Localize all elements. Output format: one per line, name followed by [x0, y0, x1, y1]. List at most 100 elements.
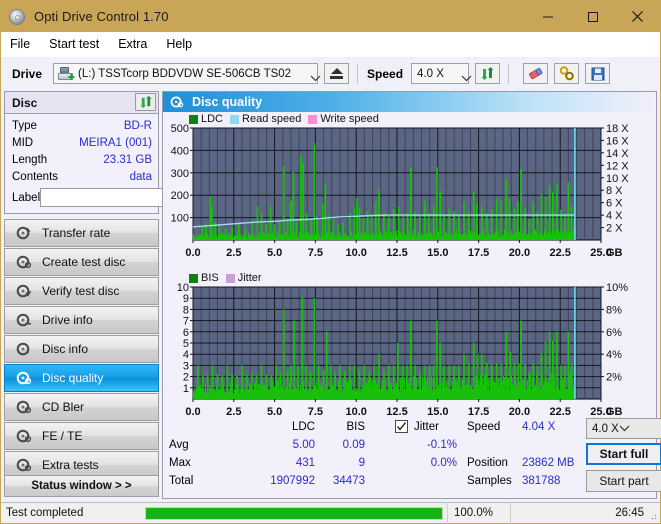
svg-text:22.5: 22.5	[549, 406, 570, 418]
sidebar-item-create-test-disc[interactable]: Create test disc	[4, 248, 159, 276]
legend-label: Jitter	[237, 272, 262, 284]
svg-text:6: 6	[183, 327, 189, 339]
stats-row-avg-name: Avg	[169, 439, 189, 451]
stats-row-avg-bis: 0.09	[342, 439, 365, 451]
disc-field-key: MID	[12, 136, 34, 149]
svg-text:2 X: 2 X	[606, 223, 623, 235]
stats-row-total-ldc: 1907992	[270, 475, 315, 487]
sidebar-item-label: Create test disc	[42, 255, 126, 269]
ldc-chart[interactable]: 1002003004005002 X4 X6 X8 X10 X12 X14 X1…	[163, 112, 657, 264]
disc-field-mid: MID MEIRA1 (001)	[12, 134, 152, 151]
eject-icon	[330, 68, 343, 74]
tools-icon	[559, 66, 574, 81]
minimize-button[interactable]	[525, 1, 570, 32]
menu-help[interactable]: Help	[166, 35, 202, 53]
legend-item: Jitter	[225, 272, 262, 284]
sidebar-item-label: Transfer rate	[42, 226, 111, 240]
stats-speed-key: Speed	[467, 421, 501, 433]
erase-button[interactable]	[523, 63, 549, 84]
bis-chart-legend: BIS Jitter	[189, 272, 269, 284]
legend-label: Write speed	[320, 113, 379, 125]
svg-text:10 X: 10 X	[606, 173, 629, 185]
disc-field-contents: Contents data	[12, 168, 152, 185]
panel-header: Disc quality	[163, 92, 656, 112]
legend-label: LDC	[201, 113, 224, 125]
disc-box-title: Disc	[12, 95, 38, 110]
status-text: Test completed	[6, 507, 84, 519]
right-panel: Disc quality LDC Read speed Write speed 10…	[162, 91, 661, 499]
svg-text:8 X: 8 X	[606, 185, 623, 197]
speed-select[interactable]: 4.0 X	[411, 63, 472, 84]
disc-test-icon	[12, 254, 36, 270]
chevron-down-icon	[619, 423, 630, 435]
close-button[interactable]	[615, 1, 660, 32]
svg-text:9: 9	[183, 293, 189, 305]
start-full-button[interactable]: Start full	[586, 443, 661, 465]
application-window: Opti Drive Control 1.70 File Start test …	[0, 0, 661, 524]
legend-item: BIS	[189, 272, 219, 284]
toolbar-divider-2	[508, 63, 510, 84]
bis-chart-container: BIS Jitter 1 2 3 4 5 6 7 8 9 10 2% 4% 6% 8% 10% 0.0 2.5 5.…	[163, 271, 656, 428]
disc-field-value: 23.31 GB	[103, 153, 152, 166]
svg-text:15.0: 15.0	[427, 247, 448, 259]
stats-row-max-jitter: 0.0%	[430, 457, 457, 469]
svg-text:10.0: 10.0	[345, 406, 366, 418]
stats-row-avg-ldc: 5.00	[292, 439, 315, 451]
speed-select-value: 4.0 X	[417, 67, 444, 80]
svg-text:15.0: 15.0	[427, 406, 448, 418]
svg-text:10%: 10%	[606, 282, 628, 294]
sidebar-item-disc-info[interactable]: Disc info	[4, 335, 159, 363]
svg-text:16 X: 16 X	[606, 135, 629, 147]
legend-label: Read speed	[242, 113, 302, 125]
progress-fill	[146, 507, 442, 519]
jitter-checkbox[interactable]	[395, 420, 408, 433]
disc-test-icon	[12, 457, 36, 473]
svg-text:14 X: 14 X	[606, 148, 629, 160]
sidebar-item-verify-test-disc[interactable]: Verify test disc	[4, 277, 159, 305]
body-area: Disc Type BD-R MID MEIRA1 (001) Length 2…	[1, 89, 661, 501]
menu-start-test[interactable]: Start test	[49, 35, 109, 53]
drive-select[interactable]: ✚ (L:) TSSTcorp BDDVDW SE-506CB TS02	[53, 63, 321, 84]
menu-file[interactable]: File	[10, 35, 40, 53]
sidebar-item-fe-te[interactable]: FE / TE	[4, 422, 159, 450]
stats-position-value: 23862 MB	[522, 457, 575, 469]
svg-text:5: 5	[183, 338, 189, 350]
sidebar-item-cd-bler[interactable]: CD Bler	[4, 393, 159, 421]
disc-label-row: Label	[12, 187, 244, 208]
refresh-button[interactable]	[475, 63, 501, 84]
svg-text:5.0: 5.0	[267, 247, 282, 259]
menu-extra[interactable]: Extra	[118, 35, 157, 53]
eject-button[interactable]	[324, 63, 350, 84]
tools-button[interactable]	[554, 63, 580, 84]
svg-text:20.0: 20.0	[509, 406, 530, 418]
svg-text:GB: GB	[606, 406, 623, 418]
svg-text:3: 3	[183, 360, 189, 372]
svg-text:1: 1	[183, 383, 189, 395]
disc-test-icon	[12, 428, 36, 444]
stats-row-max-ldc: 431	[295, 457, 315, 469]
window-controls	[525, 1, 660, 32]
jitter-checkbox-row[interactable]: Jitter	[395, 420, 439, 433]
svg-text:6 X: 6 X	[606, 198, 623, 210]
sidebar-item-disc-quality[interactable]: Disc quality	[4, 364, 159, 392]
refresh-disc-icon	[139, 95, 152, 109]
legend-swatch	[225, 273, 235, 283]
svg-text:12.5: 12.5	[386, 247, 407, 259]
sidebar-item-transfer-rate[interactable]: Transfer rate	[4, 219, 159, 247]
test-speed-select[interactable]: 4.0 X	[586, 418, 661, 439]
legend-item: LDC	[189, 113, 223, 125]
disc-test-icon	[12, 312, 36, 328]
sidebar-item-drive-info[interactable]: Drive info	[4, 306, 159, 334]
svg-text:100: 100	[171, 213, 189, 225]
bis-chart[interactable]: 12345678910 2% 4% 6% 8% 10% 0.0 2.5 5.0 7.5 10.0 12…	[163, 271, 657, 423]
disc-refresh-button[interactable]	[135, 93, 156, 111]
svg-text:18 X: 18 X	[606, 123, 629, 135]
disc-test-icon	[12, 341, 36, 357]
sidebar-item-label: Disc quality	[42, 371, 104, 385]
status-window-button[interactable]: Status window > >	[4, 475, 159, 497]
disc-field-value: MEIRA1 (001)	[79, 136, 152, 149]
start-part-button[interactable]: Start part	[586, 470, 661, 492]
maximize-button[interactable]	[570, 1, 615, 32]
resize-grip-icon[interactable]	[647, 510, 657, 520]
save-button[interactable]	[585, 63, 611, 84]
